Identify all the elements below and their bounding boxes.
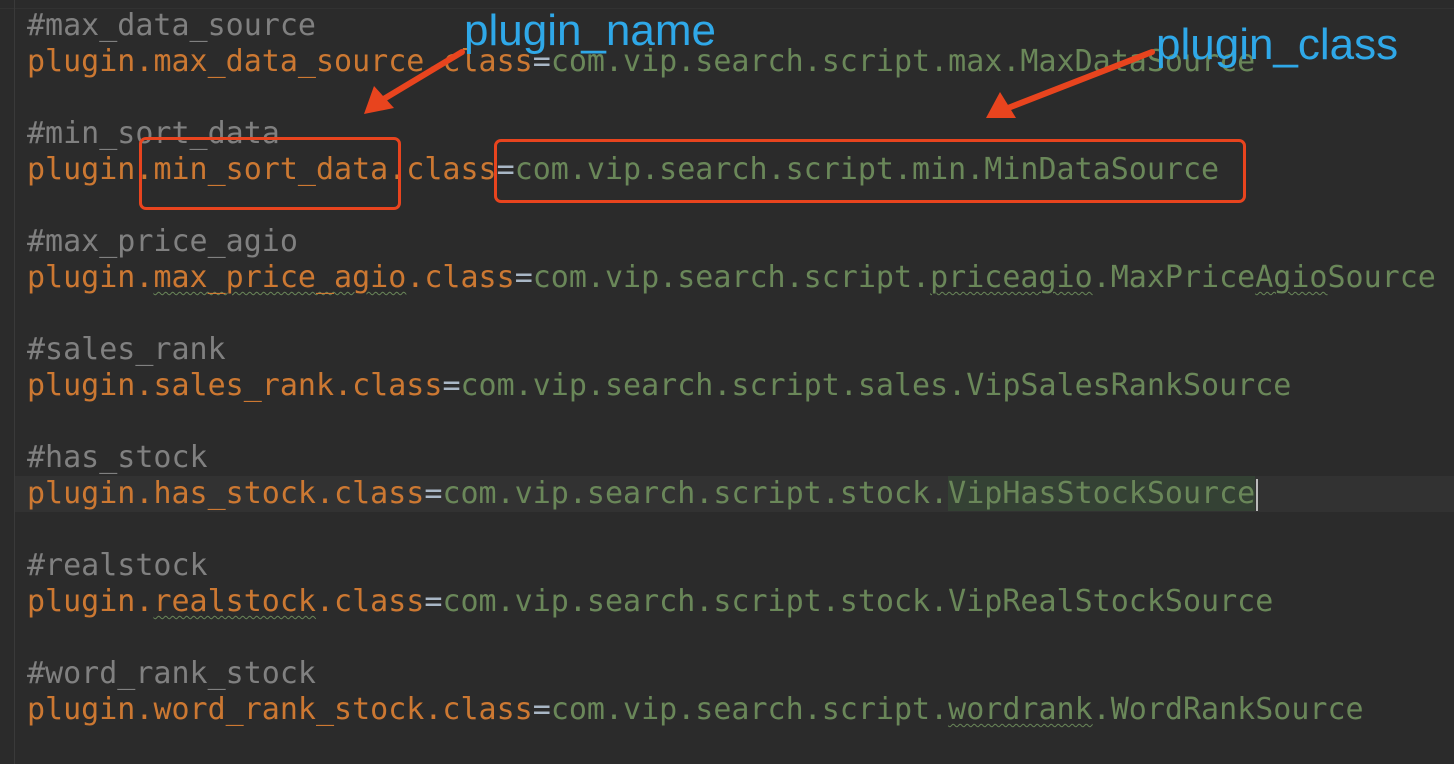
code-editor[interactable]: #max_data_source plugin.max_data_source.… xyxy=(0,0,1454,764)
plugin-class-value-part: priceagio xyxy=(930,260,1093,295)
plugin-class-highlight-box xyxy=(494,139,1246,203)
code-property-line[interactable]: plugin.realstock.class=com.vip.search.sc… xyxy=(27,584,1273,620)
comment-text: #has_stock xyxy=(27,440,208,475)
code-comment-line[interactable]: #word_rank_stock xyxy=(27,656,316,692)
property-prefix: plugin. xyxy=(27,44,154,79)
plugin-class-value-part: .MaxPrice xyxy=(1092,260,1256,295)
property-suffix: .class xyxy=(316,584,425,619)
code-property-line[interactable]: plugin.sales_rank.class=com.vip.search.s… xyxy=(27,368,1291,404)
property-prefix: plugin. xyxy=(27,368,154,403)
property-prefix: plugin. xyxy=(27,152,154,187)
property-prefix: plugin. xyxy=(27,476,154,511)
equals-sign: = xyxy=(514,260,533,295)
code-property-line[interactable]: plugin.word_rank_stock.class=com.vip.sea… xyxy=(27,692,1364,728)
plugin-name-annotation-label: plugin_name xyxy=(464,6,716,55)
property-suffix: .class xyxy=(424,692,533,727)
property-prefix: plugin. xyxy=(27,692,154,727)
plugin-class-value: com.vip.search.script.stock.VipRealStock… xyxy=(442,584,1274,619)
comment-text: #sales_rank xyxy=(27,332,226,367)
plugin-name-token: max_data_source xyxy=(153,44,425,79)
plugin-class-value-part: Agio xyxy=(1255,260,1328,295)
code-comment-line[interactable]: #realstock xyxy=(27,548,208,584)
text-caret xyxy=(1256,478,1259,511)
comment-text: #max_data_source xyxy=(27,8,316,43)
property-suffix: .class xyxy=(316,476,425,511)
comment-text: #max_price_agio xyxy=(27,224,298,259)
plugin-class-value-part: com.vip.search.script. xyxy=(532,260,931,295)
property-prefix: plugin. xyxy=(27,260,154,295)
plugin-class-value-part: .WordRankSource xyxy=(1092,692,1364,727)
code-comment-line[interactable]: #max_price_agio xyxy=(27,224,298,260)
comment-text: #realstock xyxy=(27,548,208,583)
code-comment-line[interactable]: #max_data_source xyxy=(27,8,316,44)
plugin-class-value-part: Source xyxy=(1327,260,1436,295)
property-prefix: plugin. xyxy=(27,584,154,619)
plugin-class-value-part: wordrank xyxy=(948,692,1093,727)
selected-text: VipHasStockSource xyxy=(948,476,1256,511)
code-comment-line[interactable]: #has_stock xyxy=(27,440,208,476)
equals-sign: = xyxy=(424,584,443,619)
property-suffix: .class xyxy=(388,152,497,187)
plugin-class-value-part: com.vip.search.script.stock. xyxy=(442,476,949,511)
plugin-name-token: has_stock xyxy=(153,476,316,511)
plugin-name-token: word_rank_stock xyxy=(153,692,425,727)
plugin-class-value-part: com.vip.search.script. xyxy=(550,692,949,727)
equals-sign: = xyxy=(424,476,443,511)
comment-text: #word_rank_stock xyxy=(27,656,316,691)
equals-sign: = xyxy=(442,368,461,403)
code-property-line-current[interactable]: plugin.has_stock.class=com.vip.search.sc… xyxy=(27,476,1259,512)
plugin-class-annotation-label: plugin_class xyxy=(1156,20,1399,69)
plugin-name-token: sales_rank xyxy=(153,368,335,403)
plugin-class-value: com.vip.search.script.sales.VipSalesRank… xyxy=(460,368,1292,403)
code-comment-line[interactable]: #sales_rank xyxy=(27,332,226,368)
property-suffix: .class xyxy=(334,368,443,403)
code-property-line[interactable]: plugin.max_price_agio.class=com.vip.sear… xyxy=(27,260,1436,296)
gutter-divider xyxy=(14,0,15,764)
plugin-name-token: max_price_agio xyxy=(153,260,407,295)
plugin-name-token: realstock xyxy=(153,584,316,619)
property-suffix: .class xyxy=(406,260,515,295)
plugin-name-highlight-box xyxy=(139,137,401,210)
equals-sign: = xyxy=(532,692,551,727)
